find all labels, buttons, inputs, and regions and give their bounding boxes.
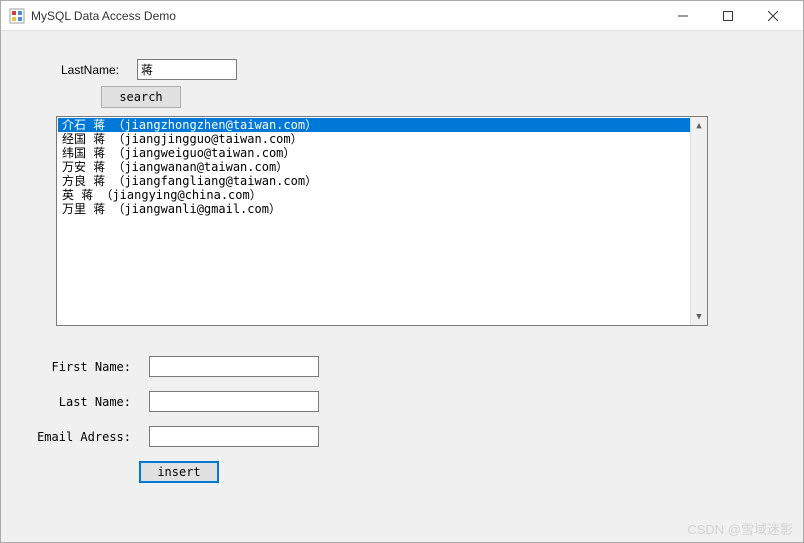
maximize-button[interactable] <box>705 1 750 31</box>
list-item[interactable]: 经国 蒋 （jiangjingguo@taiwan.com） <box>58 132 706 146</box>
list-item[interactable]: 万里 蒋 （jiangwanli@gmail.com） <box>58 202 706 216</box>
email-label: Email Adress: <box>31 430 131 444</box>
scroll-up-icon[interactable]: ▲ <box>691 117 707 134</box>
search-button-row: search <box>101 86 803 108</box>
list-item[interactable]: 介石 蒋 （jiangzhongzhen@taiwan.com） <box>58 118 706 132</box>
lastname-label: LastName: <box>61 63 131 77</box>
window-title: MySQL Data Access Demo <box>31 9 660 23</box>
scroll-down-icon[interactable]: ▼ <box>691 308 707 325</box>
lastname-search-row: LastName: <box>1 59 803 80</box>
lastname-input[interactable] <box>137 59 237 80</box>
last-name-row: Last Name: <box>1 391 803 412</box>
minimize-button[interactable] <box>660 1 705 31</box>
list-item[interactable]: 纬国 蒋 （jiangweiguo@taiwan.com） <box>58 146 706 160</box>
window: MySQL Data Access Demo LastName: search … <box>0 0 804 543</box>
search-button[interactable]: search <box>101 86 181 108</box>
titlebar: MySQL Data Access Demo <box>1 1 803 31</box>
insert-form: First Name: Last Name: Email Adress: ins… <box>1 356 803 483</box>
last-name-input[interactable] <box>149 391 319 412</box>
client-area: LastName: search 介石 蒋 （jiangzhongzhen@ta… <box>1 31 803 542</box>
list-item[interactable]: 万安 蒋 （jiangwanan@taiwan.com） <box>58 160 706 174</box>
app-icon <box>9 8 25 24</box>
list-item[interactable]: 英 蒋 （jiangying@china.com） <box>58 188 706 202</box>
listbox-scrollbar[interactable]: ▲ ▼ <box>690 117 707 325</box>
insert-button-row: insert <box>139 461 803 483</box>
results-listbox[interactable]: 介石 蒋 （jiangzhongzhen@taiwan.com）经国 蒋 （ji… <box>56 116 708 326</box>
email-input[interactable] <box>149 426 319 447</box>
window-controls <box>660 1 795 30</box>
close-button[interactable] <box>750 1 795 31</box>
scroll-track[interactable] <box>691 134 707 308</box>
list-item[interactable]: 方良 蒋 （jiangfangliang@taiwan.com） <box>58 174 706 188</box>
last-name-label: Last Name: <box>31 395 131 409</box>
email-row: Email Adress: <box>1 426 803 447</box>
watermark: CSDN @雪域迷影 <box>687 519 793 538</box>
first-name-input[interactable] <box>149 356 319 377</box>
first-name-row: First Name: <box>1 356 803 377</box>
first-name-label: First Name: <box>31 360 131 374</box>
insert-button[interactable]: insert <box>139 461 219 483</box>
